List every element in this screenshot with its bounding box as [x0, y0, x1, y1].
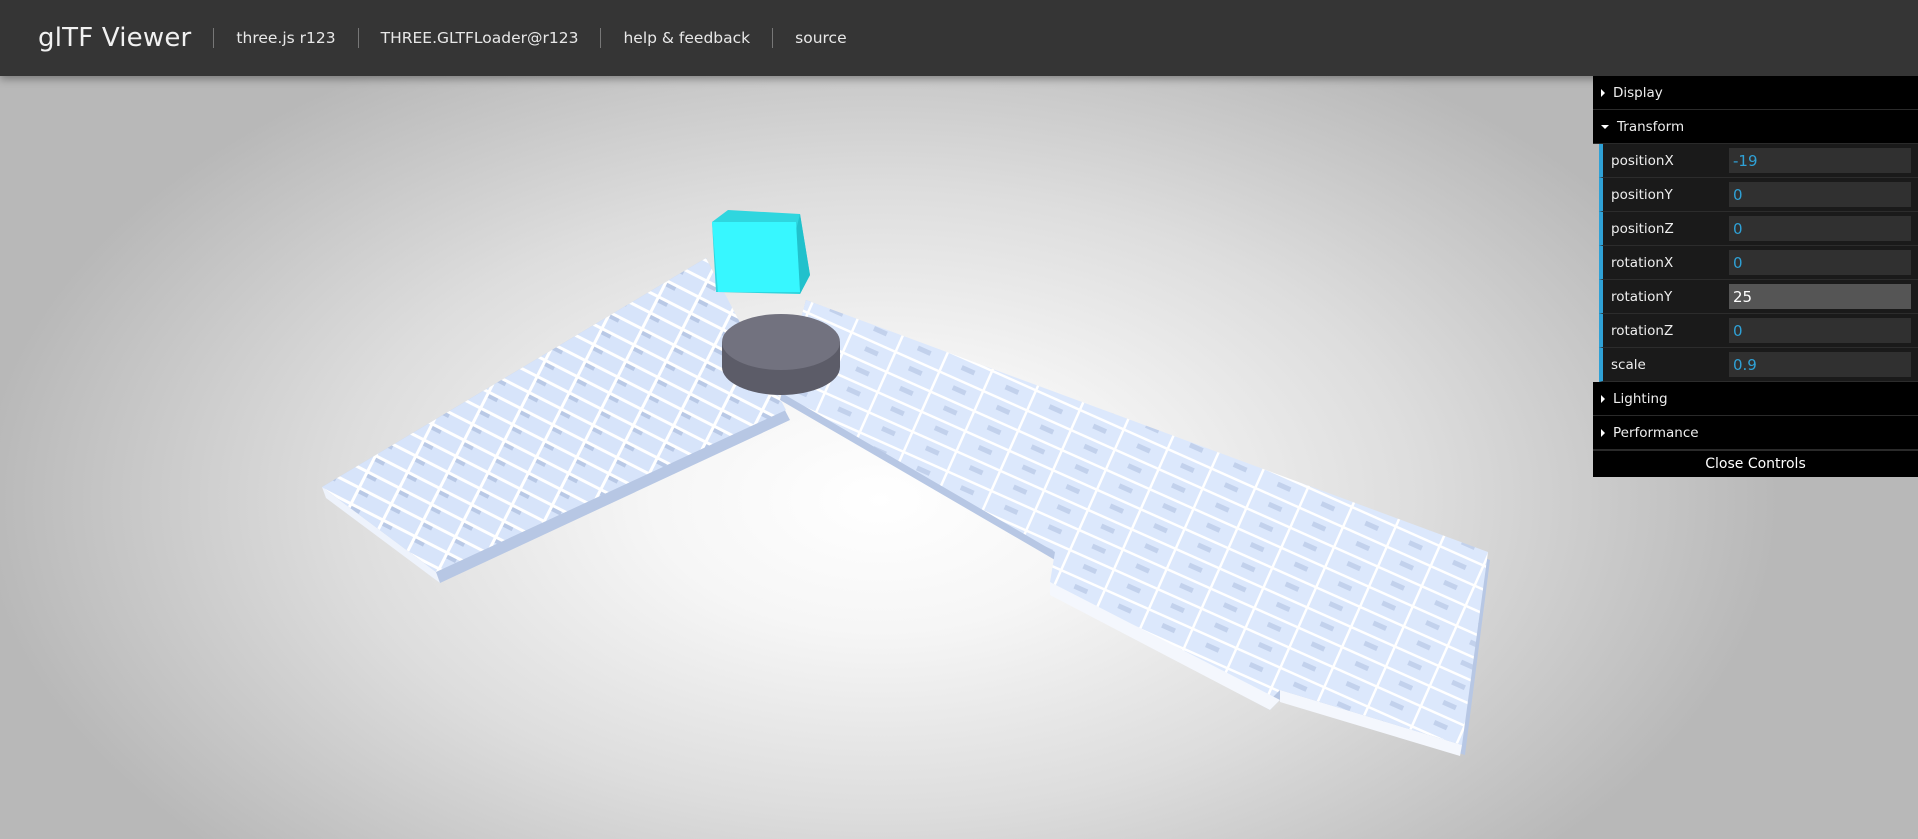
rotationy-input[interactable] [1729, 284, 1911, 309]
nav-divider [600, 28, 602, 48]
nav-divider [772, 28, 774, 48]
building-right-wing [780, 300, 1490, 756]
folder-display-label: Display [1613, 84, 1663, 101]
nav-link-help-feedback[interactable]: help & feedback [623, 29, 750, 47]
control-row-scale: scale [1599, 348, 1918, 382]
scale-label: scale [1611, 356, 1646, 373]
positionx-label: positionX [1611, 152, 1674, 169]
positionz-label: positionZ [1611, 220, 1674, 237]
control-row-positionz: positionZ [1599, 212, 1918, 246]
building-left-wing [322, 258, 790, 583]
positiony-input[interactable] [1729, 182, 1911, 207]
folder-lighting-label: Lighting [1613, 390, 1668, 407]
triangle-right-icon [1601, 428, 1605, 437]
nav-link-gltfloader[interactable]: THREE.GLTFLoader@r123 [381, 29, 579, 47]
folder-performance-label: Performance [1613, 424, 1699, 441]
nav-divider [213, 28, 215, 48]
nav-divider [357, 28, 359, 48]
rotationz-label: rotationZ [1611, 322, 1674, 339]
top-bar: glTF Viewer three.js r123 THREE.GLTFLoad… [0, 0, 1918, 76]
positiony-label: positionY [1611, 186, 1673, 203]
control-row-positiony: positionY [1599, 178, 1918, 212]
control-row-rotationx: rotationX [1599, 246, 1918, 280]
rotationx-label: rotationX [1611, 254, 1674, 271]
nav-link-threejs[interactable]: three.js r123 [236, 29, 335, 47]
folder-transform[interactable]: Transform [1593, 110, 1918, 144]
rotationy-label: rotationY [1611, 288, 1673, 305]
app-title[interactable]: glTF Viewer [38, 23, 191, 53]
folder-transform-label: Transform [1617, 118, 1685, 135]
triangle-right-icon [1601, 88, 1605, 97]
close-controls-button[interactable]: Close Controls [1593, 450, 1918, 477]
triangle-down-icon [1601, 124, 1609, 129]
cylinder-object [722, 314, 840, 395]
controls-panel: Display Transform positionX positionY po… [1593, 76, 1918, 477]
scale-input[interactable] [1729, 352, 1911, 377]
folder-performance[interactable]: Performance [1593, 416, 1918, 450]
nav-link-source[interactable]: source [795, 29, 846, 47]
positionz-input[interactable] [1729, 216, 1911, 241]
rotationx-input[interactable] [1729, 250, 1911, 275]
rotationz-input[interactable] [1729, 318, 1911, 343]
positionx-input[interactable] [1729, 148, 1911, 173]
folder-lighting[interactable]: Lighting [1593, 382, 1918, 416]
triangle-right-icon [1601, 394, 1605, 403]
control-row-rotationy: rotationY [1599, 280, 1918, 314]
control-row-rotationz: rotationZ [1599, 314, 1918, 348]
cube-object [712, 210, 810, 294]
folder-display[interactable]: Display [1593, 76, 1918, 110]
control-row-positionx: positionX [1599, 144, 1918, 178]
